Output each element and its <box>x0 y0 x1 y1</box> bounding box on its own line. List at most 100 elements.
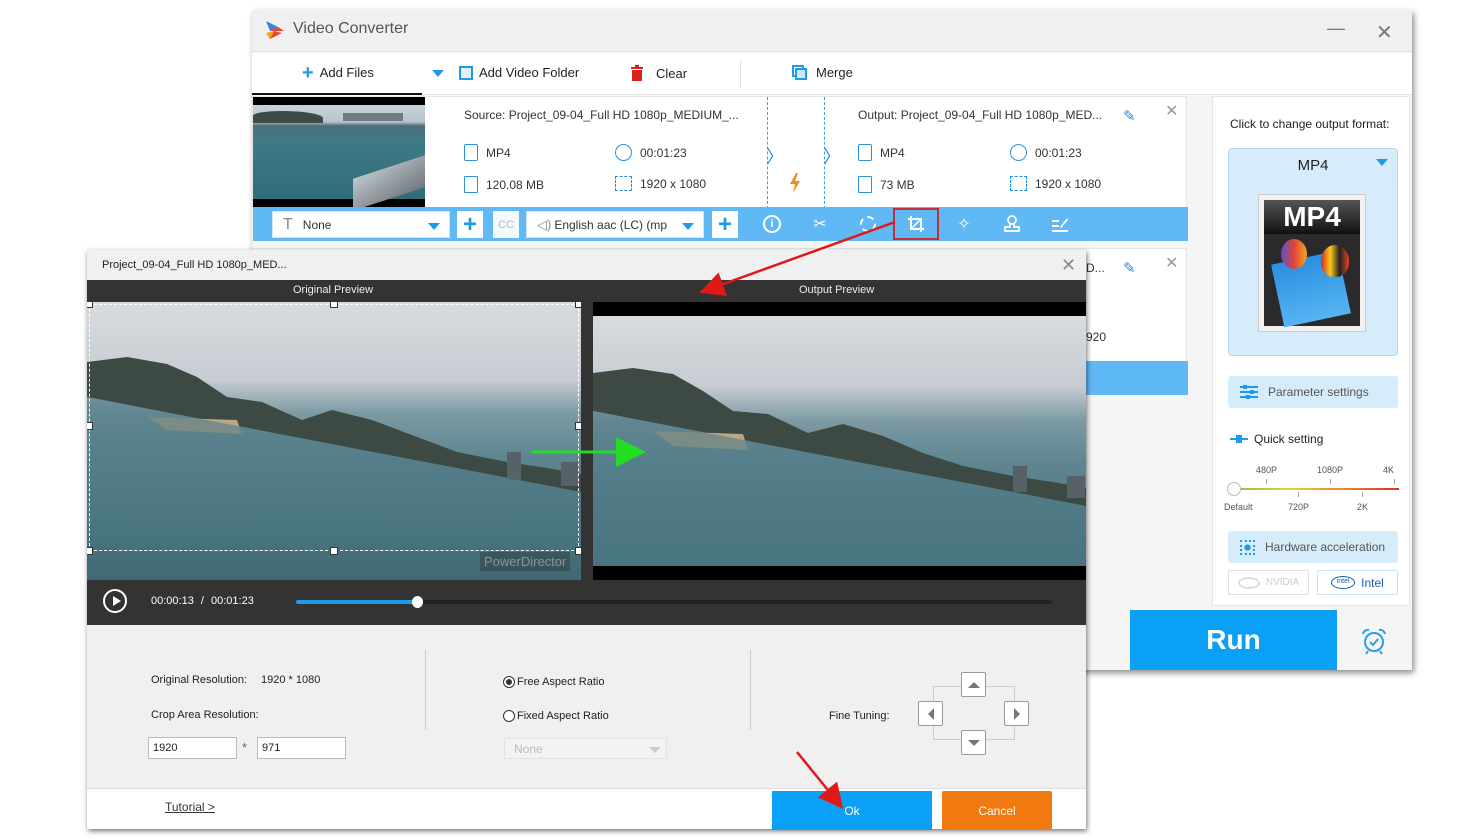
original-preview[interactable]: PowerDirector <box>87 302 581 580</box>
intel-label: Intel <box>1361 575 1384 590</box>
play-icon[interactable] <box>103 589 127 613</box>
output-duration: 00:01:23 <box>1010 144 1082 161</box>
clear-button[interactable]: Clear <box>630 65 687 81</box>
plus-icon: + <box>462 210 477 238</box>
chevron-down-icon <box>1376 159 1388 166</box>
output-resolution-value: 1920 x 1080 <box>1035 176 1102 191</box>
chevron-down-icon <box>682 223 694 230</box>
file-row[interactable]: Source: Project_09-04_Full HD 1080p_MEDI… <box>252 96 1188 241</box>
remove-file-icon[interactable]: ✕ <box>1165 253 1178 273</box>
parameter-settings-button[interactable]: Parameter settings <box>1228 376 1398 408</box>
watermark-text: PowerDirector <box>480 552 571 571</box>
add-audio-button[interactable]: + <box>712 211 738 238</box>
seek-bar-handle[interactable] <box>411 596 423 608</box>
add-files-label: Add Files <box>319 65 374 80</box>
arrow-left-icon <box>927 707 934 720</box>
document-icon <box>858 176 872 193</box>
merge-label: Merge <box>816 65 853 80</box>
add-files-dropdown-icon[interactable] <box>432 70 444 77</box>
chevron-right-icon: 〉 <box>766 147 784 167</box>
remove-file-icon[interactable]: ✕ <box>1165 101 1178 121</box>
edit-metadata-icon[interactable] <box>1049 213 1071 235</box>
crop-settings: Original Resolution: 1920 * 1080 Crop Ar… <box>87 625 1086 788</box>
crop-dialog: Project_09-04_Full HD 1080p_MED... ✕ Ori… <box>87 250 1086 830</box>
source-resolution-value: 1920 x 1080 <box>640 176 707 191</box>
add-video-folder-label: Add Video Folder <box>479 65 580 80</box>
crop-handle-bottom[interactable] <box>330 547 338 555</box>
crop-handle-bottom-left[interactable] <box>87 547 93 555</box>
output-format-selector[interactable]: MP4 MP4 <box>1228 148 1398 356</box>
seek-bar[interactable] <box>296 596 1052 608</box>
free-aspect-ratio-radio[interactable]: Free Aspect Ratio <box>503 676 604 688</box>
lightning-icon[interactable] <box>789 173 801 193</box>
subtitle-select[interactable]: T None <box>272 211 450 238</box>
fixed-aspect-ratio-radio[interactable]: Fixed Aspect Ratio <box>503 710 609 722</box>
nvidia-button[interactable]: NVIDIA <box>1228 570 1309 595</box>
ok-button[interactable]: Ok <box>772 791 932 830</box>
sliders-icon <box>1240 385 1258 399</box>
source-size: 120.08 MB <box>464 176 544 193</box>
edit-name-pencil-icon[interactable]: ✎ <box>1123 107 1136 125</box>
quick-setting-header: Quick setting <box>1230 432 1323 446</box>
crop-handle-top-right[interactable] <box>575 302 581 308</box>
effects-wand-icon[interactable]: ✧ <box>953 213 975 235</box>
plus-icon: + <box>717 210 732 238</box>
seek-bar-progress <box>296 600 417 604</box>
text-icon: T <box>283 215 293 233</box>
scissors-icon[interactable]: ✂ <box>809 213 831 235</box>
nvidia-label: NVIDIA <box>1265 577 1300 588</box>
source-size-value: 120.08 MB <box>486 177 545 192</box>
alarm-clock-icon[interactable] <box>1360 627 1388 655</box>
close-button[interactable]: ✕ <box>1376 20 1393 45</box>
output-resolution: 1920 x 1080 <box>1010 176 1101 191</box>
crop-handle-right[interactable] <box>575 422 581 430</box>
crop-width-input[interactable] <box>148 737 237 759</box>
audio-track-select[interactable]: ◁) English aac (LC) (mp <box>526 211 704 238</box>
nudge-left-button[interactable] <box>918 701 943 726</box>
add-files-button[interactable]: + Add Files <box>302 63 374 83</box>
settings-divider <box>750 650 751 730</box>
crop-height-input[interactable] <box>257 737 346 759</box>
subtitle-select-value: None <box>302 217 332 232</box>
mp4-format-icon: MP4 <box>1258 194 1366 332</box>
crop-selection-rect[interactable] <box>89 304 579 551</box>
chevron-right-icon: 〉 <box>823 147 841 167</box>
crop-handle-bottom-right[interactable] <box>575 547 581 555</box>
add-subtitle-button[interactable]: + <box>457 211 483 238</box>
playback-time: 00:00:13 / 00:01:23 <box>151 595 254 607</box>
merge-button[interactable]: Merge <box>792 65 853 80</box>
tutorial-link[interactable]: Tutorial > <box>165 800 215 814</box>
crop-handle-left[interactable] <box>87 422 93 430</box>
minimize-button[interactable]: — <box>1327 18 1345 39</box>
nudge-up-button[interactable] <box>961 672 986 697</box>
crop-handle-top[interactable] <box>330 302 338 308</box>
settings-divider <box>425 650 426 730</box>
resolution-icon <box>615 176 632 191</box>
dialog-footer: Tutorial > Ok Cancel <box>87 788 1086 830</box>
dialog-close-icon[interactable]: ✕ <box>1061 255 1076 276</box>
hardware-acceleration-button[interactable]: Hardware acceleration <box>1228 531 1398 563</box>
tick-mark <box>1330 479 1331 484</box>
nudge-down-button[interactable] <box>961 730 986 755</box>
info-icon[interactable]: i <box>761 213 783 235</box>
subtitle-settings-button[interactable]: CC <box>493 211 519 238</box>
run-button[interactable]: Run <box>1130 610 1337 670</box>
document-icon <box>464 176 478 193</box>
fine-tuning-label: Fine Tuning: <box>829 710 890 722</box>
rotate-icon[interactable] <box>857 213 879 235</box>
nudge-right-button[interactable] <box>1004 701 1029 726</box>
crop-handle-top-left[interactable] <box>87 302 93 308</box>
source-format: MP4 <box>464 144 511 161</box>
intel-button[interactable]: intel Intel <box>1317 570 1398 595</box>
add-video-folder-button[interactable]: Add Video Folder <box>459 65 579 80</box>
quality-slider-track[interactable] <box>1233 488 1399 490</box>
app-logo-icon <box>266 21 284 39</box>
output-file-name-partial: D... <box>1086 261 1105 275</box>
edit-name-pencil-icon[interactable]: ✎ <box>1123 259 1136 277</box>
quality-slider-knob[interactable] <box>1227 482 1241 496</box>
time-separator: / <box>200 595 204 607</box>
slider-icon <box>1230 435 1248 443</box>
watermark-stamp-icon[interactable] <box>1001 213 1023 235</box>
intel-logo-icon: intel <box>1331 576 1356 589</box>
cancel-button[interactable]: Cancel <box>942 791 1052 830</box>
